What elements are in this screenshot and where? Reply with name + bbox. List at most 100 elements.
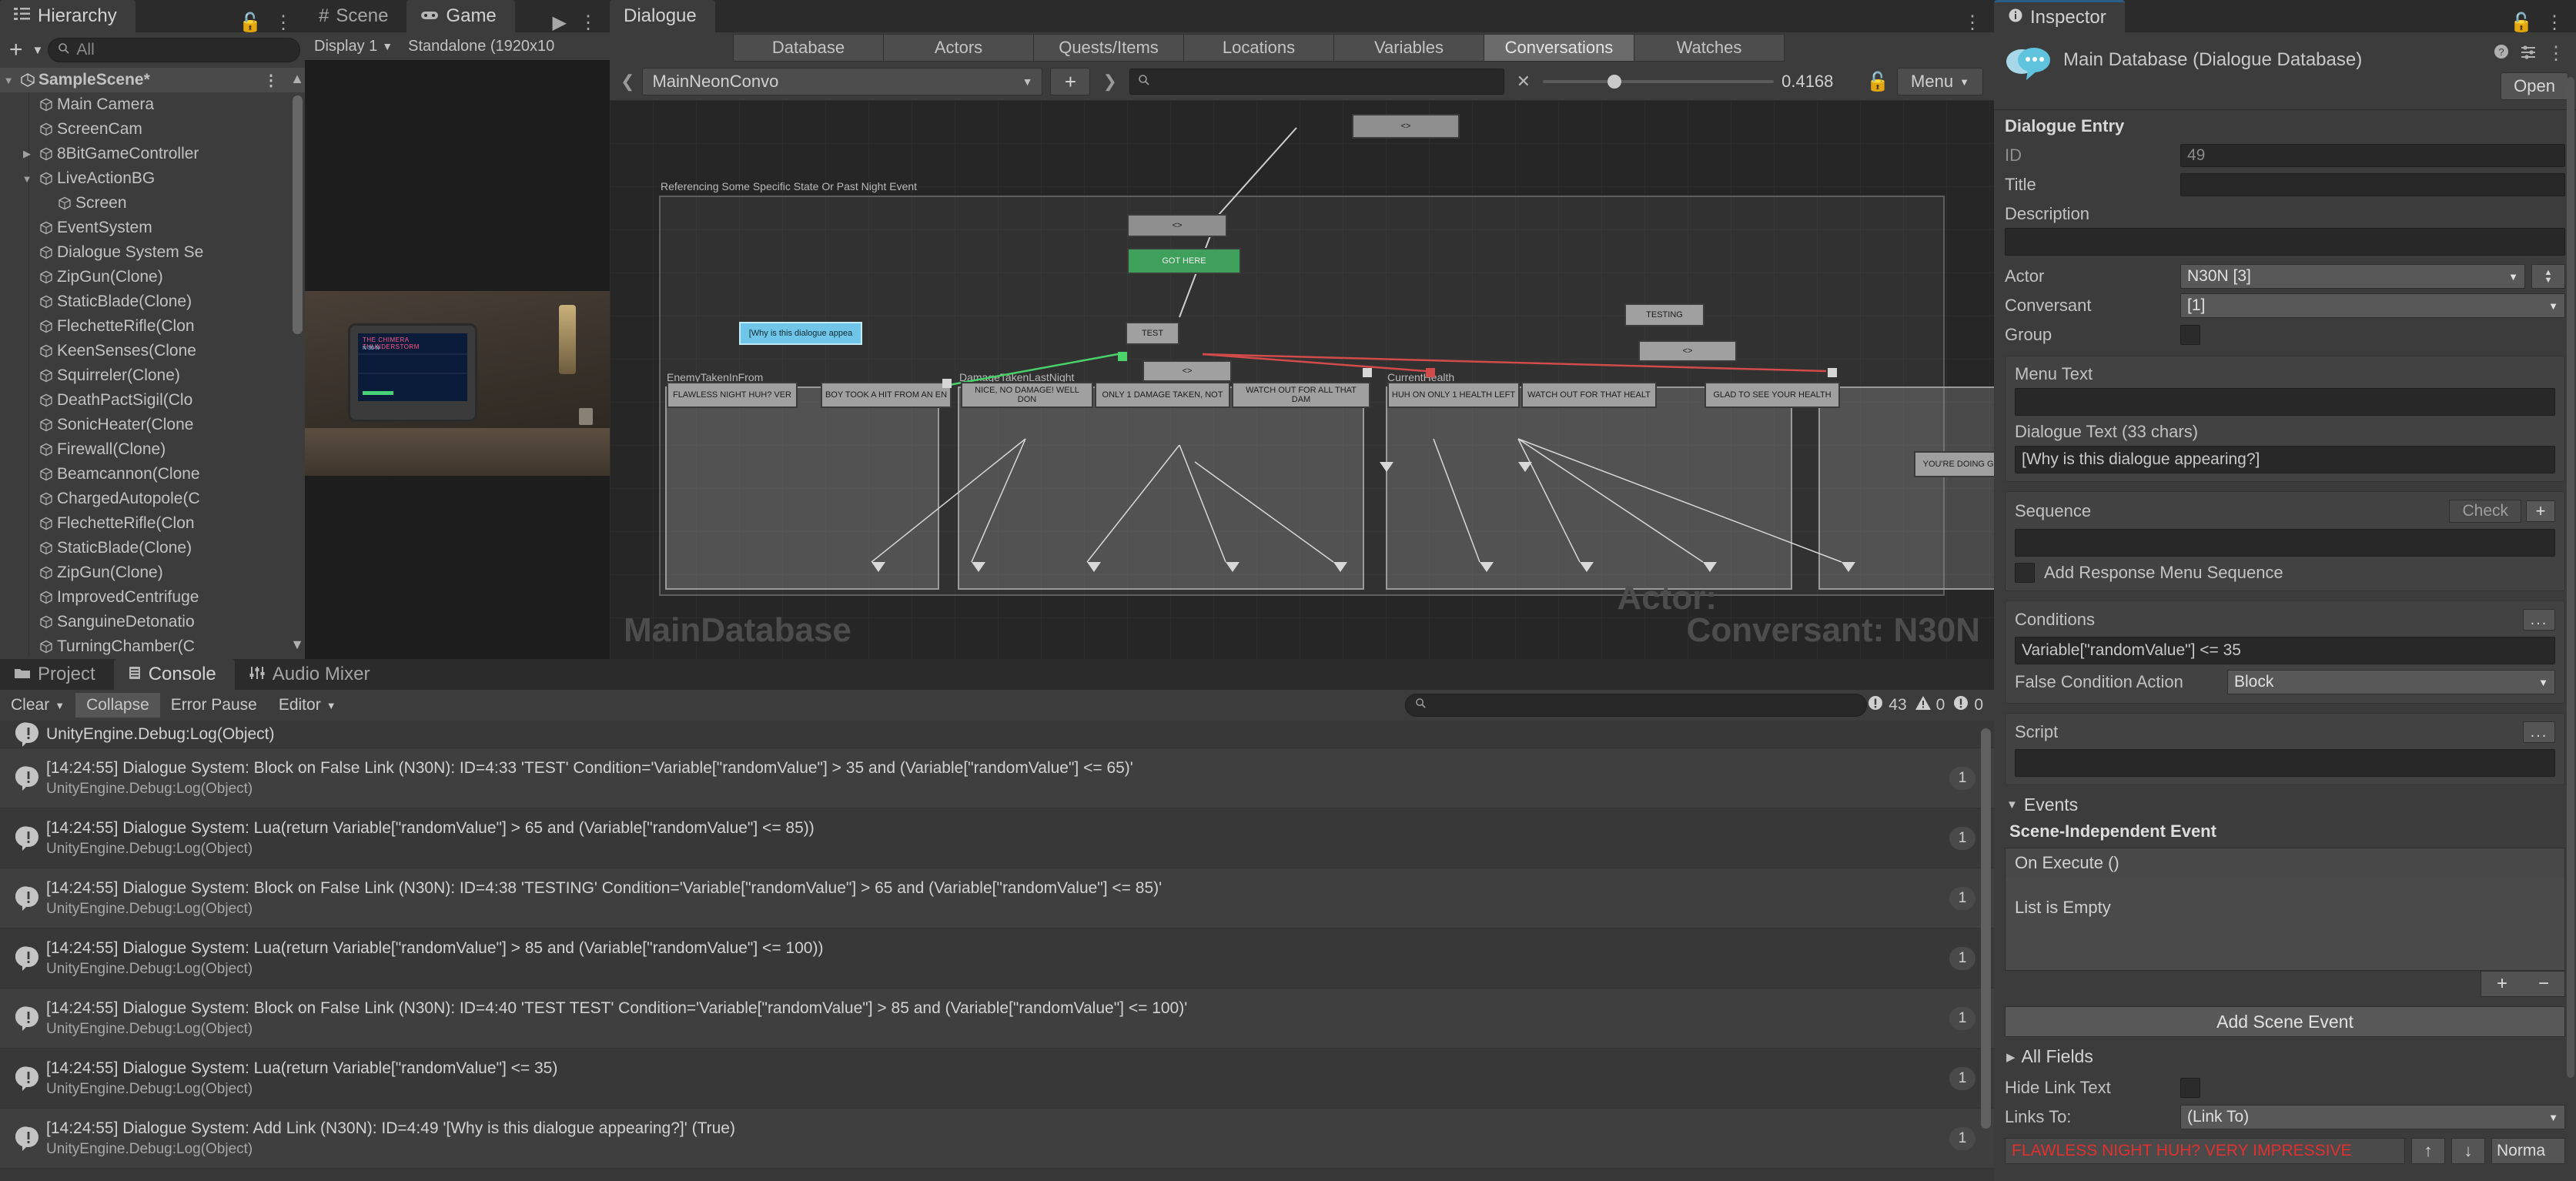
add-gameobject-button[interactable]: + (5, 37, 28, 63)
dialogue-node[interactable]: GOT HERE (1127, 248, 1241, 274)
dialogue-node[interactable]: TEST (1126, 322, 1179, 345)
lock-open-icon[interactable]: 🔓 (1866, 71, 1889, 93)
hierarchy-item[interactable]: Main Camera (0, 92, 305, 117)
subtab-actors[interactable]: Actors (883, 34, 1034, 62)
add-scene-event-button[interactable]: Add Scene Event (2005, 1006, 2565, 1037)
add-response-menu-checkbox[interactable] (2015, 563, 2035, 583)
play-icon[interactable]: ▶ (553, 14, 567, 32)
menu-dropdown-button[interactable]: Menu ▼ (1897, 68, 1983, 95)
subtab-variables[interactable]: Variables (1333, 34, 1484, 62)
hierarchy-item[interactable]: Dialogue System Se (0, 240, 305, 265)
lock-open-icon[interactable]: 🔓 (239, 14, 262, 32)
hierarchy-item[interactable]: ImprovedCentrifuge (0, 585, 305, 610)
console-search-input[interactable] (1405, 694, 1868, 717)
console-scrollbar[interactable] (1981, 728, 1991, 1129)
kebab-menu-icon[interactable]: ⋮ (2545, 14, 2564, 32)
tab-hierarchy[interactable]: Hierarchy (0, 0, 135, 32)
script-input[interactable] (2015, 749, 2555, 777)
chevron-down-icon[interactable]: ▼ (0, 75, 17, 86)
kebab-menu-icon[interactable]: ⋮ (263, 71, 279, 90)
console-log-row[interactable]: [14:24:55] Dialogue System: Block on Fal… (0, 868, 1994, 928)
title-input[interactable] (2180, 173, 2565, 196)
inspector-scrollbar[interactable] (2567, 77, 2574, 1078)
menu-text-input[interactable] (2015, 388, 2555, 416)
console-log-row[interactable]: [14:24:55] Dialogue System: Lua(return V… (0, 928, 1994, 989)
hierarchy-item[interactable]: TurningChamber(C (0, 634, 305, 656)
event-remove-button[interactable]: − (2523, 972, 2564, 996)
console-log-row[interactable]: [14:24:55] Dialogue System: Add Link (N3… (0, 1109, 1994, 1169)
hierarchy-item[interactable]: ▼ LiveActionBG (0, 166, 305, 191)
console-log-row[interactable]: [14:24:55] Dialogue System: Lua(return V… (0, 808, 1994, 868)
hierarchy-item[interactable]: StaticBlade(Clone) (0, 289, 305, 314)
description-input[interactable] (2005, 228, 2565, 256)
actor-stepper[interactable]: ▲ ▼ (2531, 264, 2565, 289)
dialogue-text-input[interactable]: [Why is this dialogue appearing?] (2015, 446, 2555, 473)
dialogue-node[interactable]: WATCH OUT FOR ALL THAT DAM (1232, 382, 1370, 408)
lock-open-icon[interactable]: 🔓 (2510, 14, 2533, 32)
chevron-down-icon[interactable]: ▼ (18, 173, 35, 185)
hierarchy-item[interactable]: FlechetteRifle(Clon (0, 511, 305, 536)
preset-icon[interactable] (2520, 43, 2537, 65)
hierarchy-tree[interactable]: ▼ SampleScene* ⋮ Main Camera ScreenCam ▶ 8BitG… (0, 68, 305, 656)
dialogue-node[interactable]: <> (1638, 340, 1737, 362)
collapse-toggle[interactable]: Collapse (75, 693, 160, 718)
game-viewport[interactable]: THE CHIMERA THUNDERSTORM N 30 N (305, 60, 610, 659)
dialogue-node[interactable]: WATCH OUT FOR THAT HEALT (1521, 382, 1657, 408)
dialogue-node[interactable]: TESTING (1624, 303, 1705, 326)
hierarchy-item[interactable]: KeenSenses(Clone (0, 339, 305, 363)
tab-project[interactable]: Project (0, 659, 114, 690)
chevron-right-icon[interactable]: ❯ (1098, 72, 1121, 92)
conditions-menu-button[interactable]: ... (2523, 609, 2555, 631)
dialogue-node[interactable]: [Why is this dialogue appea (739, 322, 862, 345)
dialogue-node[interactable]: HUH ON ONLY 1 HEALTH LEFT (1387, 382, 1520, 408)
hierarchy-item[interactable]: ▶ 8BitGameController (0, 142, 305, 166)
dialogue-node[interactable]: GLAD TO SEE YOUR HEALTH (1705, 382, 1840, 408)
kebab-menu-icon[interactable]: ⋮ (579, 14, 597, 32)
sequence-input[interactable] (2015, 529, 2555, 557)
conditions-input[interactable]: Variable["randomValue"] <= 35 (2015, 637, 2555, 664)
tab-dialogue[interactable]: Dialogue (610, 0, 715, 32)
link-handle-false[interactable] (1426, 368, 1435, 377)
script-menu-button[interactable]: ... (2523, 721, 2555, 743)
editor-dropdown[interactable]: Editor ▼ (268, 693, 347, 718)
chevron-down-icon[interactable]: ▼ (32, 44, 44, 57)
subtab-database[interactable]: Database (733, 34, 884, 62)
tab-audio-mixer[interactable]: Audio Mixer (234, 659, 389, 690)
chevron-right-icon[interactable]: ▶ (18, 148, 35, 160)
open-button[interactable]: Open (2501, 72, 2568, 100)
event-add-button[interactable]: + (2481, 972, 2523, 996)
search-input[interactable]: All (48, 38, 300, 62)
conversation-dropdown[interactable]: MainNeonConvo ▼ (642, 68, 1043, 95)
dialogue-node[interactable]: <> (1142, 360, 1232, 382)
warning-counter[interactable]: 0 (1915, 695, 1945, 715)
dialogue-node[interactable]: FLAWLESS NIGHT HUH? VER (667, 382, 798, 408)
hierarchy-item[interactable]: ZipGun(Clone) (0, 265, 305, 289)
hierarchy-item[interactable]: ▼ SampleScene* ⋮ (0, 68, 305, 92)
zoom-slider[interactable] (1543, 68, 1775, 95)
resolution-dropdown[interactable]: Standalone (1920x10 (402, 35, 560, 58)
zoom-slider-knob[interactable] (1607, 75, 1622, 89)
link-move-down-button[interactable]: ↓ (2451, 1138, 2485, 1164)
hierarchy-item[interactable]: SanguineDetonatio (0, 610, 305, 634)
dialogue-node[interactable]: YOU'RE DOING GREAT FOR Y (1914, 451, 1994, 477)
add-conversation-button[interactable]: + (1050, 68, 1091, 95)
dialogue-node[interactable]: BOY TOOK A HIT FROM AN EN (821, 382, 952, 408)
link-move-up-button[interactable]: ↑ (2411, 1138, 2445, 1164)
links-to-dropdown[interactable]: (Link To) ▼ (2180, 1105, 2565, 1129)
clear-x-icon[interactable]: ✕ (1512, 72, 1535, 92)
hierarchy-item[interactable]: ScreenCam (0, 117, 305, 142)
hierarchy-item[interactable]: Squirreler(Clone) (0, 363, 305, 388)
dialogue-node[interactable]: <> (1127, 214, 1227, 237)
canvas-search-input[interactable] (1129, 69, 1504, 95)
clear-button[interactable]: Clear ▼ (0, 693, 75, 718)
conversant-dropdown[interactable]: [1] ▼ (2180, 293, 2565, 318)
hierarchy-item[interactable]: StaticBlade(Clone) (0, 536, 305, 560)
link-handle[interactable] (1363, 368, 1372, 377)
subtab-quests-items[interactable]: Quests/Items (1033, 34, 1184, 62)
link-handle[interactable] (1828, 368, 1837, 377)
console-log-row[interactable]: [14:24:55] Dialogue System: Block on Fal… (0, 748, 1994, 808)
chevron-down-icon[interactable]: ▼ (55, 700, 65, 711)
scroll-down-icon[interactable]: ▼ (290, 637, 304, 653)
dialogue-node[interactable]: <> (1352, 114, 1460, 139)
tab-console[interactable]: Console (113, 659, 235, 690)
